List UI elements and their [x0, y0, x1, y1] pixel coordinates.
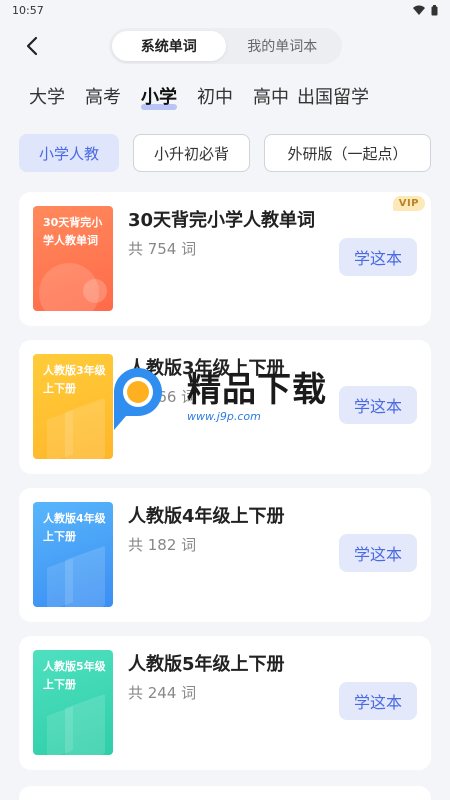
category-label: 大学 — [29, 87, 65, 108]
wifi-icon — [413, 5, 425, 15]
chevron-left-icon — [26, 36, 38, 56]
word-count: 共 244 词 — [128, 684, 197, 702]
battery-icon — [431, 4, 438, 15]
category-label: 小学 — [141, 87, 177, 108]
cover-text: 30天背完小学人教单词 — [43, 216, 103, 247]
cover-text: 人教版4年级上下册 — [43, 512, 106, 543]
book-card[interactable]: 30天背完小学人教单词 30天背完小学人教单词 共 754 词 学这本 VIP — [19, 192, 431, 326]
study-button[interactable]: 学这本 — [339, 238, 417, 276]
book-card[interactable]: 人教版5年级上下册 人教版5年级上下册 共 244 词 学这本 — [19, 636, 431, 770]
study-button[interactable]: 学这本 — [339, 682, 417, 720]
book-list: 30天背完小学人教单词 30天背完小学人教单词 共 754 词 学这本 VIP … — [0, 192, 450, 770]
word-count: 共 182 词 — [128, 536, 197, 554]
category-primary[interactable]: 小学 — [141, 83, 177, 110]
book-title: 人教版4年级上下册 — [128, 506, 285, 527]
cover-text: 人教版5年级上下册 — [43, 660, 106, 691]
book-title: 30天背完小学人教单词 — [128, 210, 316, 231]
filter-waiyan[interactable]: 外研版（一起点） — [264, 134, 431, 172]
status-icons — [413, 4, 438, 16]
category-junior[interactable]: 初中 — [197, 83, 233, 109]
back-button[interactable] — [20, 34, 44, 58]
category-tabs: 大学 高考 小学 初中 高中 出国留学 — [0, 72, 450, 120]
category-senior[interactable]: 高中 — [253, 83, 289, 109]
status-bar: 10:57 — [0, 0, 450, 20]
book-cover: 人教版5年级上下册 — [33, 650, 113, 755]
book-card-partial[interactable] — [19, 786, 431, 800]
watermark: 精品下载 www.j9p.com — [100, 354, 360, 434]
category-label: 高考 — [85, 87, 121, 108]
category-study-abroad[interactable]: 出国留学 — [297, 83, 369, 109]
filter-tags: 小学人教 小升初必背 外研版（一起点） — [0, 120, 450, 178]
tab-system-words[interactable]: 系统单词 — [112, 31, 226, 61]
book-card[interactable]: 人教版4年级上下册 人教版4年级上下册 共 182 词 学这本 — [19, 488, 431, 622]
status-time: 10:57 — [12, 3, 44, 17]
book-cover: 人教版4年级上下册 — [33, 502, 113, 607]
filter-xiaoshengchu[interactable]: 小升初必背 — [133, 134, 250, 172]
cover-decoration — [47, 558, 73, 607]
cover-text: 人教版3年级上下册 — [43, 364, 106, 395]
word-count: 共 754 词 — [128, 240, 197, 258]
vip-badge: VIP — [392, 196, 425, 211]
category-gaokao[interactable]: 高考 — [85, 83, 121, 109]
top-bar: 系统单词 我的单词本 — [0, 20, 450, 72]
category-label: 高中 — [253, 87, 289, 108]
segmented-control: 系统单词 我的单词本 — [109, 28, 342, 64]
watermark-text: 精品下载 — [187, 370, 327, 410]
cover-decoration — [47, 410, 73, 459]
category-university[interactable]: 大学 — [29, 83, 65, 109]
watermark-url: www.j9p.com — [187, 410, 261, 423]
tab-my-wordbook[interactable]: 我的单词本 — [226, 31, 340, 61]
filter-pep-primary[interactable]: 小学人教 — [19, 134, 119, 172]
category-label: 初中 — [197, 87, 233, 108]
book-cover: 30天背完小学人教单词 — [33, 206, 113, 311]
study-button[interactable]: 学这本 — [339, 534, 417, 572]
watermark-logo-icon — [114, 368, 162, 430]
cover-decoration — [47, 706, 73, 755]
cover-decoration — [83, 279, 107, 303]
book-title: 人教版5年级上下册 — [128, 654, 285, 675]
category-label: 出国留学 — [297, 87, 369, 108]
